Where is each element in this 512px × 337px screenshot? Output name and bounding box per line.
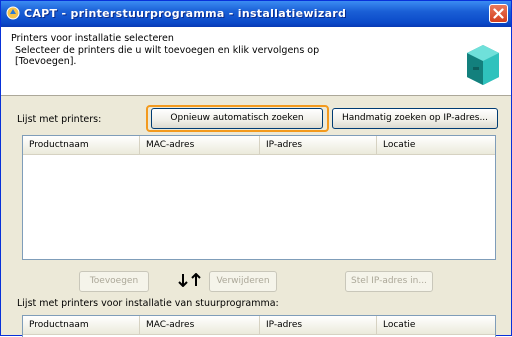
move-arrows-icon	[177, 272, 203, 291]
install-list-label: Lijst met printers voor installatie van …	[17, 298, 279, 309]
column-header-ip[interactable]: IP-adres	[260, 316, 377, 334]
column-header-mac[interactable]: MAC-adres	[140, 316, 260, 334]
install-list-header: Productnaam MAC-adres IP-adres Locatie	[23, 316, 495, 335]
printer-list-header: Productnaam MAC-adres IP-adres Locatie	[23, 136, 495, 155]
header-description: Selecteer de printers die u wilt toevoeg…	[15, 45, 320, 67]
printer-box-icon	[463, 39, 501, 87]
window-title: CAPT - printerstuurprogramma - installat…	[24, 7, 347, 20]
close-button[interactable]	[489, 4, 508, 23]
column-header-productname[interactable]: Productnaam	[23, 316, 140, 334]
title-bar[interactable]: CAPT - printerstuurprogramma - installat…	[1, 1, 511, 27]
printer-list-table[interactable]: Productnaam MAC-adres IP-adres Locatie	[22, 135, 496, 260]
column-header-location[interactable]: Locatie	[377, 316, 495, 334]
column-header-mac[interactable]: MAC-adres	[140, 136, 260, 154]
column-header-ip[interactable]: IP-adres	[260, 136, 377, 154]
rescan-button[interactable]: Opnieuw automatisch zoeken	[151, 108, 323, 129]
manual-ip-search-button[interactable]: Handmatig zoeken op IP-adres...	[332, 108, 498, 129]
printer-app-icon	[6, 6, 20, 20]
install-list-table[interactable]: Productnaam MAC-adres IP-adres Locatie	[22, 315, 496, 337]
column-header-location[interactable]: Locatie	[377, 136, 495, 154]
installation-wizard-window: CAPT - printerstuurprogramma - installat…	[0, 0, 512, 337]
add-button[interactable]: Toevoegen	[79, 271, 149, 292]
header-title: Printers voor installatie selecteren	[11, 33, 174, 44]
wizard-header: Printers voor installatie selecteren Sel…	[1, 27, 511, 96]
set-ip-button[interactable]: Stel IP-adres in...	[345, 271, 433, 292]
remove-button[interactable]: Verwijderen	[209, 271, 277, 292]
printer-list-label: Lijst met printers:	[17, 114, 102, 125]
column-header-productname[interactable]: Productnaam	[23, 136, 140, 154]
